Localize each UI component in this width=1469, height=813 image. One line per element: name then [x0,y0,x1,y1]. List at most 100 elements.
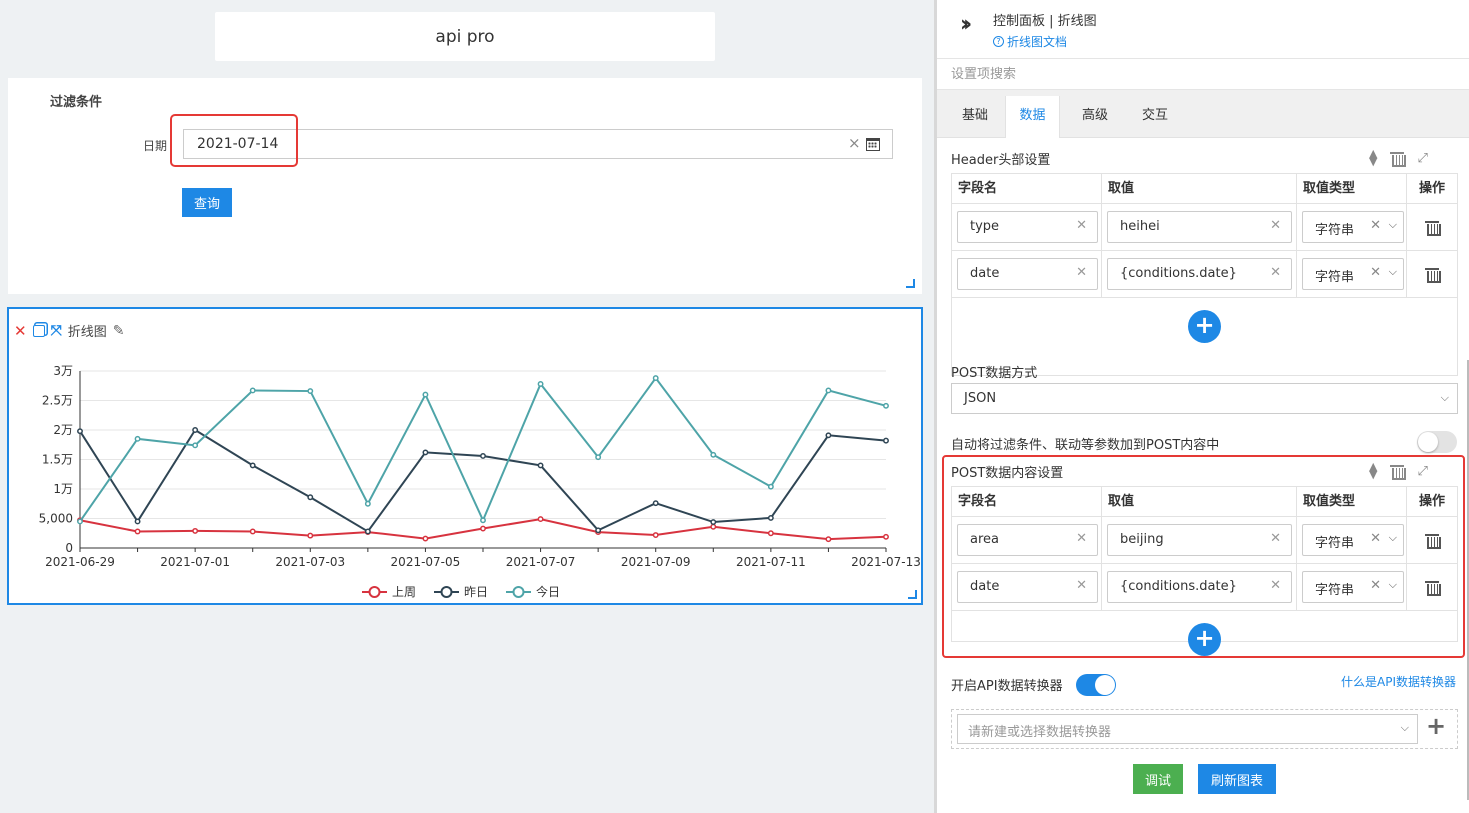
sort-icon[interactable]: ▲ ▼ [1369,148,1377,167]
tab-advanced[interactable]: 高级 [1065,96,1125,138]
chevron-down-icon: ⌵ [1388,218,1397,231]
chevron-down-icon: ⌵ [1400,721,1409,734]
control-panel: ›› 控制面板 | 折线图 ? 折线图文档 基础 数据 高级 交互 Header… [934,0,1469,813]
trash-icon[interactable] [1425,267,1441,283]
value-type-select[interactable]: 字符串 ✕ ⌵ [1302,524,1404,556]
data-point [249,528,256,535]
x-tick-label: 2021-07-05 [391,555,461,569]
value-type-select[interactable]: 字符串 ✕ ⌵ [1302,258,1404,290]
panel-title: 控制面板 | 折线图 [993,14,1097,29]
data-point [537,516,544,523]
add-header-button[interactable]: + [1188,310,1221,343]
y-tick-label: 5,000 [39,512,73,526]
line-chart: 0 5,000 1万 1.5万 2万 2.5万 3万 2021-06-29 2021-07-01… [39,364,921,599]
auto-add-toggle[interactable] [1417,431,1457,453]
tab-basic[interactable]: 基础 [945,96,1005,138]
y-tick-label: 3万 [53,364,73,378]
clear-icon[interactable]: ✕ [1370,531,1381,546]
tab-data[interactable]: 数据 [1005,96,1060,138]
x-tick-label: 2021-07-13 [851,555,921,569]
clear-icon[interactable]: ✕ [1076,218,1087,233]
header-section-actions: ▲ ▼ ⤢ [1369,148,1428,167]
resize-handle[interactable] [908,590,917,599]
field-name-input[interactable]: area ✕ [957,524,1098,556]
legend-label: 上周 [392,585,416,599]
value-input[interactable]: beijing ✕ [1107,524,1292,556]
col-value: 取值 [1102,487,1297,516]
resize-handle[interactable] [906,279,915,288]
trash-icon[interactable] [1425,580,1441,596]
converter-select[interactable]: 请新建或选择数据转换器 ⌵ [957,714,1418,744]
converter-toggle[interactable] [1076,674,1116,696]
y-tick-label: 1万 [53,482,73,496]
highlight-box [170,114,298,167]
data-point [710,451,717,458]
table-row: type ✕ heihei ✕ 字符串 ✕ ⌵ [952,204,1457,251]
clear-icon[interactable]: ✕ [1270,218,1281,233]
collapse-chevron-icon[interactable]: ›› [960,12,972,37]
data-point [364,528,371,535]
table-header: 字段名 取值 取值类型 操作 [952,487,1457,517]
data-point [710,519,717,525]
field-name-input[interactable]: date ✕ [957,571,1098,603]
doc-link[interactable]: ? 折线图文档 [993,33,1067,50]
line-chart-widget[interactable]: ✕ ⤧ 折线图 ✎ 0 5,000 1万 1.5万 2万 2.5万 3万 2021-06-29… [7,307,923,605]
value-input[interactable]: {conditions.date} ✕ [1107,571,1292,603]
fullscreen-icon[interactable]: ⤢ [1417,464,1427,479]
data-point [192,442,199,449]
post-method-select[interactable]: JSON ⌵ [951,383,1458,414]
value-input[interactable]: {conditions.date} ✕ [1107,258,1292,290]
debug-button[interactable]: 调试 [1133,764,1183,794]
trash-icon[interactable] [1425,533,1441,549]
fullscreen-icon[interactable]: ⤢ [1417,151,1427,166]
data-point [422,535,429,542]
data-point [652,532,659,538]
add-post-field-button[interactable]: + [1188,623,1221,656]
col-actions: 操作 [1418,494,1445,509]
data-point [652,500,659,507]
settings-search-input[interactable] [937,59,1469,89]
clear-icon[interactable]: ✕ [1370,578,1381,593]
clear-icon[interactable]: ✕ [1076,265,1087,280]
clear-icon[interactable]: ✕ [1270,265,1281,280]
clear-icon[interactable]: ✕ [1076,578,1087,593]
tabs-bar: 基础 数据 高级 交互 [937,90,1469,138]
clear-icon[interactable]: × [848,134,861,152]
value-type-select[interactable]: 字符串 ✕ ⌵ [1302,571,1404,603]
trash-icon[interactable] [1390,151,1407,167]
header-fields-table: 字段名 取值 取值类型 操作 type ✕ heihei ✕ 字符串 ✕ ⌵ date ✕… [951,173,1458,376]
legend-label: 今日 [536,584,560,599]
field-name-input[interactable]: date ✕ [957,258,1098,290]
converter-select-placeholder: 请新建或选择数据转换器 [968,725,1112,740]
plus-icon[interactable]: + [1426,712,1446,740]
series-line [79,376,887,523]
value-input[interactable]: heihei ✕ [1107,211,1292,243]
trash-icon[interactable] [1425,220,1441,236]
series-line [79,428,887,533]
refresh-chart-button[interactable]: 刷新图表 [1198,764,1276,794]
clear-icon[interactable]: ✕ [1270,531,1281,546]
clear-icon[interactable]: ✕ [1370,265,1381,280]
clear-icon[interactable]: ✕ [1270,578,1281,593]
calendar-icon[interactable] [866,138,880,151]
converter-help-link[interactable]: 什么是API数据转换器 [1341,673,1456,690]
field-name-input[interactable]: type ✕ [957,211,1098,243]
data-point [825,387,832,394]
sort-icon[interactable]: ▲ ▼ [1369,461,1377,480]
data-point [537,381,544,387]
data-point [767,483,774,490]
legend-label: 昨日 [464,585,488,599]
post-body-section-title: POST数据内容设置 [951,466,1064,481]
value-type-select[interactable]: 字符串 ✕ ⌵ [1302,211,1404,243]
clear-icon[interactable]: ✕ [1370,218,1381,233]
x-tick-label: 2021-07-11 [736,555,806,569]
query-button[interactable]: 查询 [182,188,232,217]
clear-icon[interactable]: ✕ [1076,531,1087,546]
x-tick-label: 2021-07-07 [506,555,576,569]
data-point [422,449,429,456]
title-widget[interactable]: api pro [215,12,715,61]
filter-widget[interactable]: 过滤条件 日期 2021-07-14 × 查询 [8,78,922,294]
trash-icon[interactable] [1390,464,1407,480]
data-point [480,453,486,459]
tab-interaction[interactable]: 交互 [1125,96,1185,138]
